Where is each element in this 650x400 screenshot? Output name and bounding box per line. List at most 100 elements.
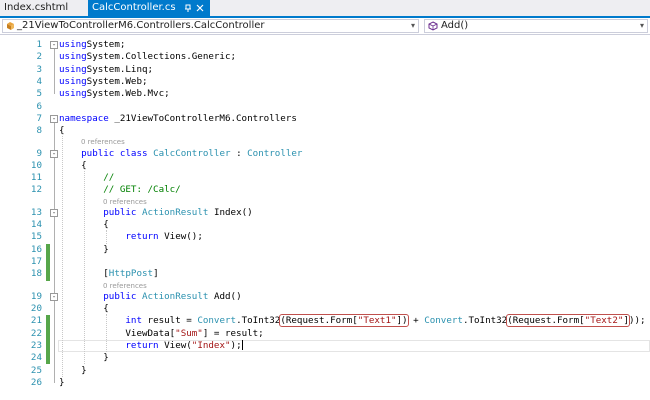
line-number: 19 (30, 290, 42, 302)
codelens-references[interactable]: 0 references (0, 281, 650, 291)
tab-calccontroller-cs[interactable]: CalcController.cs (88, 0, 210, 16)
code-line[interactable]: 19 public ActionResult Add() (0, 291, 650, 303)
code-text: { (59, 159, 87, 171)
tab-index-cshtml[interactable]: Index.cshtml (0, 0, 74, 16)
code-editor[interactable]: 1 usingSystem; 2 usingSystem.Collections.Ge… (0, 35, 650, 400)
line-number: 1 (36, 39, 42, 50)
code-line[interactable]: 6 (0, 101, 650, 113)
codelens-references[interactable]: 0 references (0, 197, 650, 207)
text-caret (241, 340, 243, 351)
code-text: public ActionResult Add() (103, 290, 242, 302)
line-number: 22 (30, 327, 42, 339)
line-number: 5 (36, 88, 42, 100)
chevron-down-icon: ▾ (410, 21, 415, 30)
outlining-line (54, 48, 55, 95)
line-number: 8 (36, 125, 42, 137)
line-number: 4 (36, 75, 42, 87)
line-number: 20 (30, 303, 42, 314)
code-line[interactable]: 7 namespace _21ViewToControllerM6.Control… (0, 113, 650, 125)
line-number: 14 (30, 219, 42, 231)
code-line[interactable]: 5 usingSystem.Web.Mvc; (0, 88, 650, 100)
codelens-label[interactable]: 0 references (81, 137, 125, 147)
document-tab-strip: Index.cshtml CalcController.cs (0, 0, 650, 18)
collapse-toggle-icon[interactable]: - (50, 208, 58, 217)
line-number: 10 (30, 159, 42, 171)
code-line[interactable]: 2 usingSystem.Collections.Generic; (0, 51, 650, 63)
code-line[interactable]: 4 usingSystem.Web; (0, 76, 650, 88)
code-line[interactable]: 24 } (0, 352, 650, 364)
outlining-line (54, 299, 55, 359)
code-text: } (59, 364, 87, 376)
line-number: 12 (30, 184, 42, 196)
line-number: 18 (30, 268, 42, 280)
code-text: [HttpPost] (59, 268, 159, 280)
outlining-line (54, 215, 55, 250)
code-line[interactable]: 10 { (0, 160, 650, 172)
tab-label: CalcController.cs (92, 2, 176, 13)
code-line[interactable]: 9 public class CalcController : Controll… (0, 148, 650, 160)
chevron-down-icon: ▾ (639, 21, 644, 30)
indent-guide (84, 170, 85, 365)
line-number: 25 (30, 364, 42, 376)
code-line[interactable]: 14 { (0, 219, 650, 231)
code-line[interactable]: 23 return View("Index"); (0, 340, 650, 352)
code-line[interactable]: 18 [HttpPost] (0, 268, 650, 280)
code-line[interactable]: 3 usingSystem.Linq; (0, 64, 650, 76)
code-line[interactable]: 21 int result = Convert.ToInt32(Request.… (0, 314, 650, 328)
code-text: public ActionResult Index() (103, 206, 253, 218)
code-line[interactable]: 13 public ActionResult Index() (0, 207, 650, 219)
code-line[interactable]: 26} (0, 377, 650, 389)
type-dropdown-value: _21ViewToControllerM6.Controllers.CalcCo… (17, 20, 265, 31)
indent-guide (106, 230, 107, 244)
line-number: 17 (30, 256, 42, 267)
code-line[interactable]: 11 // (0, 172, 650, 184)
line-number: 15 (30, 231, 42, 243)
method-icon (428, 21, 438, 35)
codelens-references[interactable]: 0 references (0, 137, 650, 147)
indent-guide (62, 136, 63, 377)
code-line[interactable]: 22 ViewData["Sum"] = result; (0, 328, 650, 340)
code-line[interactable]: 12 // GET: /Calc/ (0, 184, 650, 196)
code-text: // GET: /Calc/ (103, 184, 181, 196)
code-text: int result = Convert.ToInt32(Request.For… (125, 314, 646, 328)
line-number: 3 (36, 63, 42, 75)
code-text: } (59, 376, 65, 388)
line-number: 6 (36, 100, 42, 112)
collapse-toggle-icon[interactable]: - (50, 292, 58, 301)
code-line[interactable]: 16 } (0, 244, 650, 256)
indent-guide (106, 314, 107, 353)
code-text: usingSystem; (59, 39, 126, 50)
code-line[interactable]: 1 usingSystem; (0, 39, 650, 51)
line-number: 11 (30, 172, 42, 184)
code-line[interactable]: 20 { (0, 303, 650, 315)
code-text: public class CalcController : Controller (81, 147, 303, 159)
highlighted-expression: (Request.Form["Text2"] (506, 314, 630, 328)
codelens-label[interactable]: 0 references (103, 281, 147, 291)
code-text: ViewData["Sum"] = result; (59, 327, 264, 339)
type-dropdown[interactable]: _21ViewToControllerM6.Controllers.CalcCo… (2, 19, 419, 33)
code-text: // (103, 172, 115, 184)
line-number: 26 (30, 376, 42, 388)
highlighted-expression: (Request.Form["Text1"]) (279, 314, 409, 328)
code-line[interactable]: 17 (0, 256, 650, 268)
line-number: 2 (36, 51, 42, 63)
collapse-toggle-icon[interactable]: - (50, 114, 58, 123)
code-line[interactable]: 8{ (0, 125, 650, 137)
change-indicator-bar (46, 315, 50, 365)
collapse-toggle-icon[interactable]: - (50, 41, 58, 49)
line-number: 7 (36, 112, 42, 124)
code-text: usingSystem.Linq; (59, 63, 154, 75)
collapse-toggle-icon[interactable]: - (50, 149, 58, 158)
class-icon (6, 21, 15, 35)
codelens-label[interactable]: 0 references (103, 197, 147, 207)
change-indicator-bar (46, 243, 50, 281)
code-text: return View(); (125, 231, 203, 243)
code-text: usingSystem.Web; (59, 75, 148, 87)
member-dropdown[interactable]: Add() ▾ (424, 19, 648, 33)
line-number: 9 (36, 147, 42, 159)
code-line[interactable]: 15 return View(); (0, 231, 650, 243)
code-line[interactable]: 25 } (0, 365, 650, 377)
member-dropdown-value: Add() (441, 20, 469, 31)
line-number: 23 (30, 339, 42, 351)
code-text: usingSystem.Collections.Generic; (59, 51, 237, 63)
